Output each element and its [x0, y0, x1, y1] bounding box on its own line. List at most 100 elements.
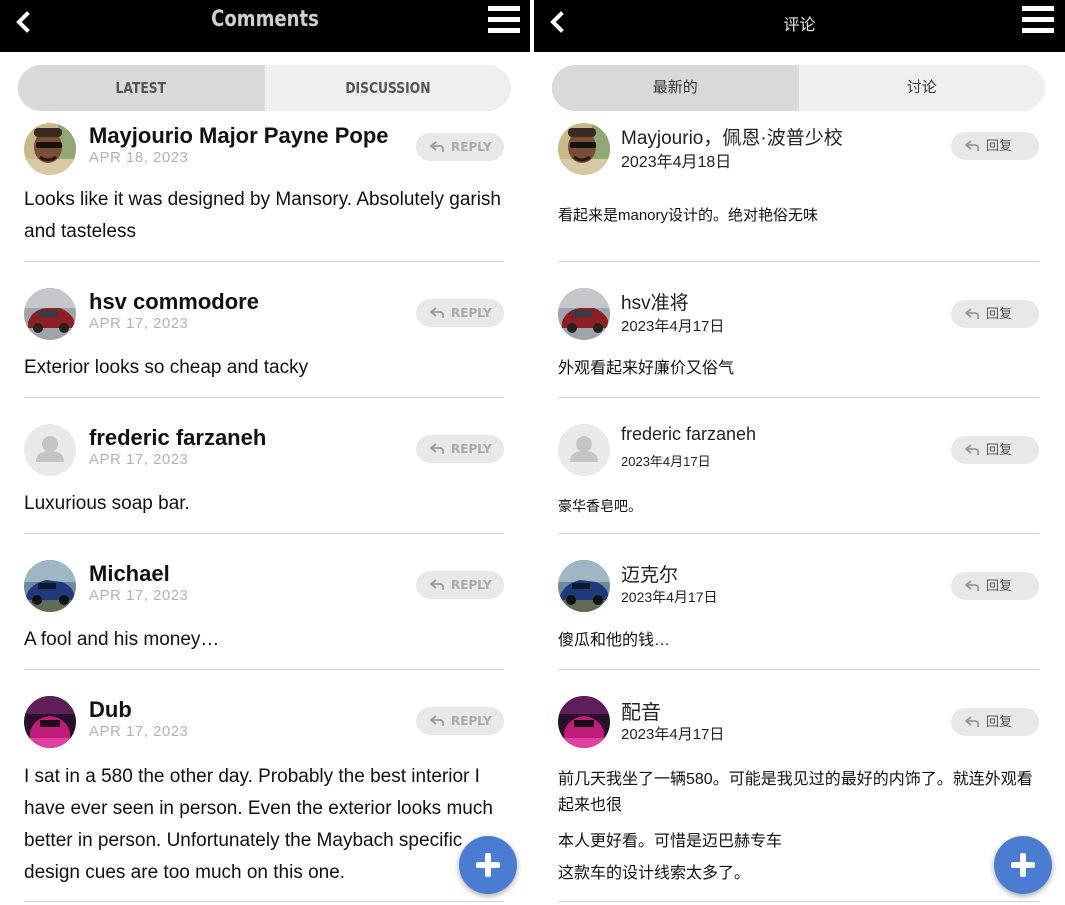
comment-date: APR 17, 2023 [89, 723, 189, 740]
comment-body: Luxurious soap bar. [24, 493, 190, 514]
comment-divider [24, 533, 504, 534]
reply-button[interactable]: 回复 [951, 300, 1039, 328]
back-button[interactable] [10, 8, 38, 36]
comment-body-continued: 这款车的设计线索太多了。 [558, 865, 751, 882]
tab-latest[interactable]: LATEST [18, 65, 265, 111]
avatar[interactable] [558, 696, 610, 748]
tab-discussion[interactable]: 讨论 [798, 65, 1045, 111]
avatar-default-user-icon [558, 424, 610, 476]
reply-arrow-icon [965, 308, 979, 320]
reply-arrow-icon [430, 715, 444, 727]
avatar[interactable] [558, 288, 610, 340]
page-title: Comments [211, 7, 319, 32]
comment-divider [24, 901, 504, 902]
avatar[interactable] [558, 123, 610, 175]
comments-panel-english: Comments LATEST DISCUSSION Mayjourio Maj… [0, 0, 530, 905]
reply-arrow-icon [965, 716, 979, 728]
comment-username[interactable]: 配音 [621, 696, 661, 725]
reply-button[interactable]: REPLY [416, 299, 504, 327]
reply-arrow-icon [430, 307, 444, 319]
comment-username[interactable]: Dub [89, 697, 132, 723]
menu-button[interactable] [1022, 6, 1054, 34]
comment-date: APR 17, 2023 [89, 315, 189, 332]
comment-body-continued: 本人更好看。可惜是迈巴赫专车 [558, 833, 783, 850]
add-comment-button[interactable] [459, 836, 517, 894]
comment-body: I sat in a 580 the other day. Probably t… [24, 766, 493, 883]
comment-username[interactable]: Mayjourio Major Payne Pope [89, 123, 389, 149]
avatar[interactable] [24, 424, 76, 476]
comment-divider [24, 669, 504, 670]
comment-username[interactable]: 迈克尔 [621, 560, 678, 587]
avatar[interactable] [558, 560, 610, 612]
comment-username[interactable]: Mayjourio，佩恩·波普少校 [621, 123, 843, 150]
comment-date: 2023年4月17日 [621, 726, 725, 743]
avatar[interactable] [24, 123, 76, 175]
comment-date: 2023年4月17日 [621, 589, 718, 605]
reply-button[interactable]: 回复 [951, 572, 1039, 600]
comment-divider [558, 397, 1039, 398]
add-comment-button[interactable] [994, 836, 1052, 894]
reply-arrow-icon [430, 579, 444, 591]
comment-date: APR 17, 2023 [89, 451, 189, 468]
comment-body: 看起来是manory设计的。绝对艳俗无味 [558, 207, 819, 224]
reply-arrow-icon [965, 444, 979, 456]
comment-username[interactable]: hsv准将 [621, 288, 689, 315]
reply-button[interactable]: 回复 [951, 132, 1039, 160]
reply-arrow-icon [965, 140, 979, 152]
comment-body: 傻瓜和他的钱… [558, 632, 671, 649]
avatar[interactable] [24, 696, 76, 748]
menu-button[interactable] [488, 6, 520, 34]
comment-divider [24, 397, 504, 398]
tab-discussion[interactable]: DISCUSSION [264, 65, 511, 111]
comments-panel-chinese: 评论 最新的 讨论 Mayjourio，佩恩·波普少校 2023年4月18日 回… [534, 0, 1065, 905]
reply-button[interactable]: 回复 [951, 436, 1039, 464]
comment-body: 外观看起来好廉价又俗气 [558, 360, 735, 377]
avatar-man-sunglasses-icon [558, 123, 610, 175]
page-title: 评论 [783, 17, 816, 34]
avatar[interactable] [24, 560, 76, 612]
comment-divider [24, 261, 504, 262]
avatar-blue-car-icon [24, 560, 76, 612]
chevron-left-icon [10, 8, 38, 36]
comment-username[interactable]: hsv commodore [89, 289, 259, 315]
comment-body: A fool and his money… [24, 629, 220, 650]
avatar-blue-car-icon [558, 560, 610, 612]
reply-button[interactable]: REPLY [416, 571, 504, 599]
sort-tabs: LATEST DISCUSSION [18, 65, 511, 111]
comment-divider [558, 669, 1039, 670]
reply-button[interactable]: 回复 [951, 708, 1039, 736]
comment-username[interactable]: Michael [89, 561, 170, 587]
comment-body: 豪华香皂吧。 [558, 498, 642, 514]
header-bar: 评论 [534, 0, 1065, 52]
reply-arrow-icon [430, 443, 444, 455]
avatar-default-user-icon [24, 424, 76, 476]
avatar-pink-car-icon [24, 696, 76, 748]
comment-date: 2023年4月17日 [621, 318, 725, 335]
tab-latest[interactable]: 最新的 [552, 65, 799, 111]
comment-date: APR 17, 2023 [89, 587, 189, 604]
comment-body: Exterior looks so cheap and tacky [24, 357, 309, 378]
reply-button[interactable]: REPLY [416, 435, 504, 463]
comment-body: 前几天我坐了一辆580。可能是我见过的最好的内饰了。就连外观看起来也很 [558, 771, 1033, 814]
sort-tabs: 最新的 讨论 [552, 65, 1045, 111]
comment-date: APR 18, 2023 [89, 149, 189, 166]
comment-date: 2023年4月18日 [621, 154, 732, 171]
avatar-red-car-icon [558, 288, 610, 340]
comment-username[interactable]: frederic farzaneh [621, 424, 756, 445]
avatar-red-car-icon [24, 288, 76, 340]
avatar[interactable] [24, 288, 76, 340]
comment-username[interactable]: frederic farzaneh [89, 425, 266, 451]
avatar[interactable] [558, 424, 610, 476]
reply-button[interactable]: REPLY [416, 707, 504, 735]
comment-divider [558, 261, 1039, 262]
avatar-pink-car-icon [558, 696, 610, 748]
header-bar: Comments [0, 0, 530, 52]
reply-button[interactable]: REPLY [416, 133, 504, 161]
reply-arrow-icon [430, 141, 444, 153]
reply-arrow-icon [965, 580, 979, 592]
comment-date: 2023年4月17日 [621, 454, 711, 469]
comment-body: Looks like it was designed by Mansory. A… [24, 189, 502, 242]
comment-divider [558, 901, 1039, 902]
avatar-man-sunglasses-icon [24, 123, 76, 175]
comment-divider [558, 533, 1039, 534]
